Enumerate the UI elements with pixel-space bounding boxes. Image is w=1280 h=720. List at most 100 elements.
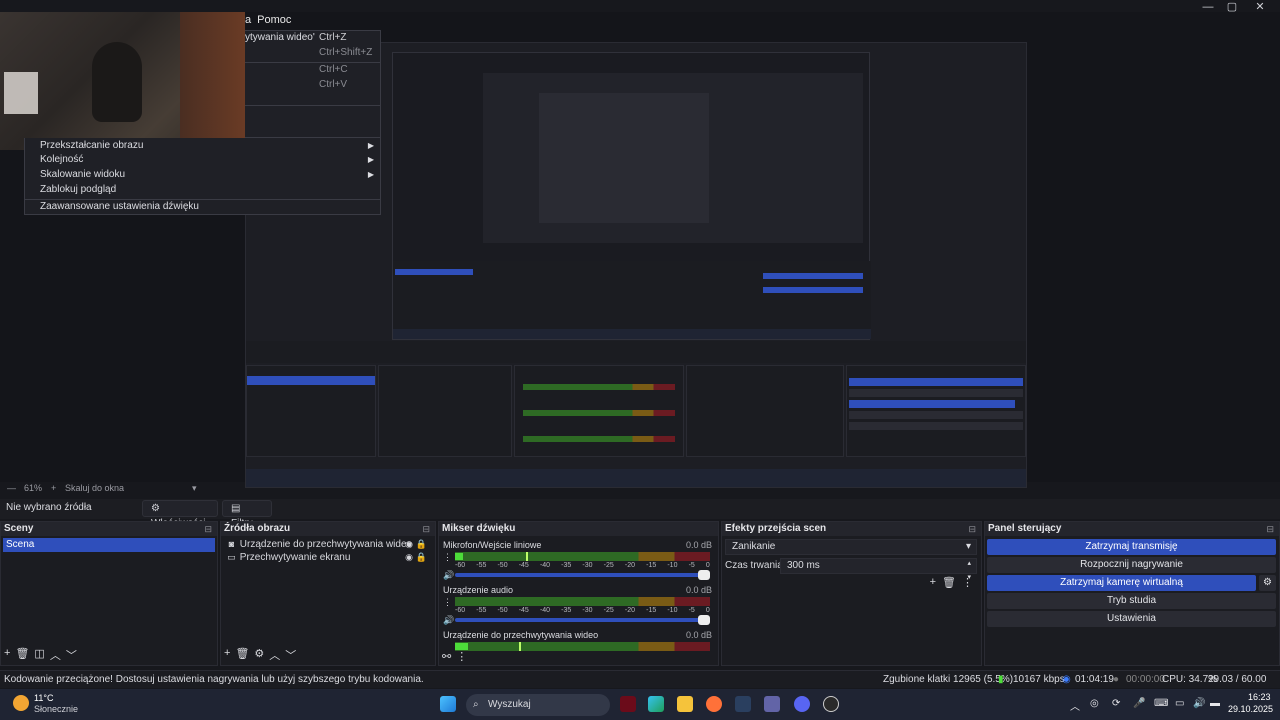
- menu-item-advanced-audio[interactable]: Zaawansowane ustawienia dźwięku: [25, 200, 380, 214]
- scale-tick: -55: [476, 607, 487, 614]
- transitions-dock: Efekty przejścia scen ⊟ Zanikanie ▾ Czas t…: [721, 521, 982, 666]
- speaker-icon[interactable]: 🔊: [443, 615, 454, 626]
- menu-item-order[interactable]: Kolejność ▶: [25, 153, 380, 167]
- dock-pin-icon[interactable]: ⊟: [204, 522, 212, 536]
- gear-icon[interactable]: ⚙: [1259, 575, 1276, 591]
- controls-dock: Panel sterujący ⊟ Zatrzymaj transmisję Ro…: [984, 521, 1280, 666]
- camera-icon: ◙: [228, 539, 235, 549]
- add-icon[interactable]: +: [4, 647, 10, 663]
- filters-button[interactable]: ▤ Filtry: [222, 500, 272, 529]
- menu-dots-icon[interactable]: ⋮: [443, 552, 452, 563]
- edit-menu-top: ytywania wideo' Ctrl+Z Ctrl+Shift+Z Ctrl+…: [245, 30, 381, 106]
- stop-stream-button[interactable]: Zatrzymaj transmisję: [987, 539, 1276, 555]
- taskbar-search[interactable]: ⌕ Wyszukaj: [466, 694, 610, 716]
- menu-item-lock-preview[interactable]: Zablokuj podgląd: [25, 183, 380, 197]
- discord-icon[interactable]: [794, 696, 810, 712]
- duration-input[interactable]: 300 ms ▴ ▾: [780, 558, 977, 581]
- eye-icon[interactable]: ◉: [405, 550, 413, 564]
- volume-icon[interactable]: 🔊: [1193, 698, 1205, 709]
- scale-tick: -25: [603, 607, 614, 614]
- properties-button[interactable]: ⚙ Właściwości: [142, 500, 218, 529]
- zoom-level[interactable]: 61%: [24, 483, 42, 493]
- scale-tick: -5: [688, 607, 695, 614]
- link-icon[interactable]: ⚯: [442, 650, 451, 663]
- scale-tick: -10: [667, 562, 678, 569]
- edge-icon[interactable]: [648, 696, 664, 712]
- dock-pin-icon[interactable]: ⊟: [422, 522, 430, 536]
- arrow-up-icon[interactable]: ︿: [50, 647, 61, 663]
- tray-chevron-icon[interactable]: ︿: [1070, 698, 1080, 713]
- arrow-up-icon[interactable]: ︿: [269, 647, 280, 663]
- preview-area[interactable]: [0, 12, 1280, 488]
- monitor-icon: ▭: [227, 552, 236, 562]
- trash-icon[interactable]: 🗑: [15, 647, 29, 663]
- tray-app-icon[interactable]: ◎: [1090, 698, 1099, 709]
- arrow-down-icon[interactable]: ﹀: [285, 647, 296, 663]
- menu-dots-icon[interactable]: ⋮: [443, 597, 452, 608]
- status-bar: Kodowanie przeciążone! Dostosuj ustawien…: [0, 670, 1280, 702]
- chevron-down-icon[interactable]: ▾: [192, 483, 197, 494]
- settings-button[interactable]: Ustawienia: [987, 611, 1276, 627]
- menu-item-transform[interactable]: Przekształcanie obrazu ▶: [25, 139, 380, 153]
- tray-sync-icon[interactable]: ⟳: [1112, 698, 1120, 709]
- edit-menu-gap: [245, 106, 381, 138]
- start-recording-button[interactable]: Rozpocznij nagrywanie: [987, 557, 1276, 573]
- add-icon[interactable]: +: [930, 576, 936, 589]
- scale-tick: -5: [688, 562, 695, 569]
- firefox-icon[interactable]: [706, 696, 722, 712]
- slider-knob[interactable]: [698, 570, 710, 580]
- bitrate: 10167 kbps: [1013, 674, 1065, 685]
- menu-help[interactable]: Pomoc: [257, 14, 291, 30]
- clock-date[interactable]: 29.10.2025: [1228, 704, 1273, 714]
- sources-title: Źródła obrazu: [224, 523, 291, 534]
- filter-icon[interactable]: ◫: [34, 647, 44, 663]
- studio-mode-button[interactable]: Tryb studia: [987, 593, 1276, 609]
- source-item[interactable]: ◙ Urządzenie do przechwytywania wideo ◉ 🔒: [223, 537, 433, 551]
- opera-icon[interactable]: [620, 696, 636, 712]
- menu-dots-icon[interactable]: ⋮: [962, 576, 973, 589]
- menu-item-redo[interactable]: Ctrl+Shift+Z: [245, 46, 380, 60]
- lock-icon[interactable]: 🔒: [416, 537, 427, 551]
- volume-slider[interactable]: [455, 615, 710, 625]
- scale-tick: -40: [539, 607, 551, 614]
- teams-icon[interactable]: [764, 696, 780, 712]
- nested-mixer: [514, 365, 684, 457]
- menu-dots-icon[interactable]: ⋮: [456, 650, 467, 663]
- add-icon[interactable]: +: [224, 647, 230, 663]
- zoom-mode[interactable]: Skaluj do okna: [65, 483, 124, 493]
- controls-title: Panel sterujący: [988, 523, 1062, 534]
- meter-level: [455, 553, 463, 560]
- channel-db: 0.0 dB: [685, 540, 712, 550]
- menu-item-paste[interactable]: Ctrl+V: [245, 78, 380, 92]
- scale-tick: -45: [518, 562, 529, 569]
- menu-partial[interactable]: a: [245, 14, 251, 30]
- windows-start-icon[interactable]: [440, 696, 456, 712]
- stop-virtual-camera-button[interactable]: Zatrzymaj kamerę wirtualną: [987, 575, 1256, 591]
- volume-slider[interactable]: [455, 570, 710, 580]
- transition-select[interactable]: Zanikanie ▾: [725, 539, 977, 555]
- keyboard-icon[interactable]: ⌨: [1154, 698, 1168, 709]
- network-icon[interactable]: ▭: [1175, 698, 1184, 709]
- microphone-icon[interactable]: 🎤: [1133, 698, 1145, 709]
- trash-icon[interactable]: 🗑: [942, 576, 956, 589]
- clock-time[interactable]: 16:23: [1248, 692, 1271, 702]
- obs-icon[interactable]: [823, 696, 839, 712]
- scene-item[interactable]: Scena: [3, 538, 215, 552]
- gear-icon[interactable]: ⚙: [254, 647, 264, 663]
- speaker-icon[interactable]: 🔊: [443, 570, 454, 581]
- arrow-down-icon[interactable]: ﹀: [66, 647, 77, 663]
- battery-icon[interactable]: ▬: [1210, 698, 1220, 709]
- scenes-dock: Sceny ⊟ Scena + 🗑 ◫ ︿ ﹀: [0, 521, 218, 666]
- menu-item-copy[interactable]: Ctrl+C: [245, 63, 380, 77]
- slider-knob[interactable]: [698, 615, 710, 625]
- trash-icon[interactable]: 🗑: [235, 647, 249, 663]
- menu-item-scaling[interactable]: Skalowanie widoku ▶: [25, 168, 380, 182]
- menu-item-undo[interactable]: ytywania wideo' Ctrl+Z: [245, 31, 380, 45]
- dock-pin-icon[interactable]: ⊟: [968, 522, 976, 536]
- folder-icon[interactable]: [677, 696, 693, 712]
- source-item[interactable]: ▭ Przechwytywanie ekranu ◉ 🔒: [223, 550, 433, 564]
- steam-icon[interactable]: [735, 696, 751, 712]
- lock-icon[interactable]: 🔒: [416, 550, 427, 564]
- eye-icon[interactable]: ◉: [405, 537, 413, 551]
- dock-pin-icon[interactable]: ⊟: [1266, 522, 1274, 536]
